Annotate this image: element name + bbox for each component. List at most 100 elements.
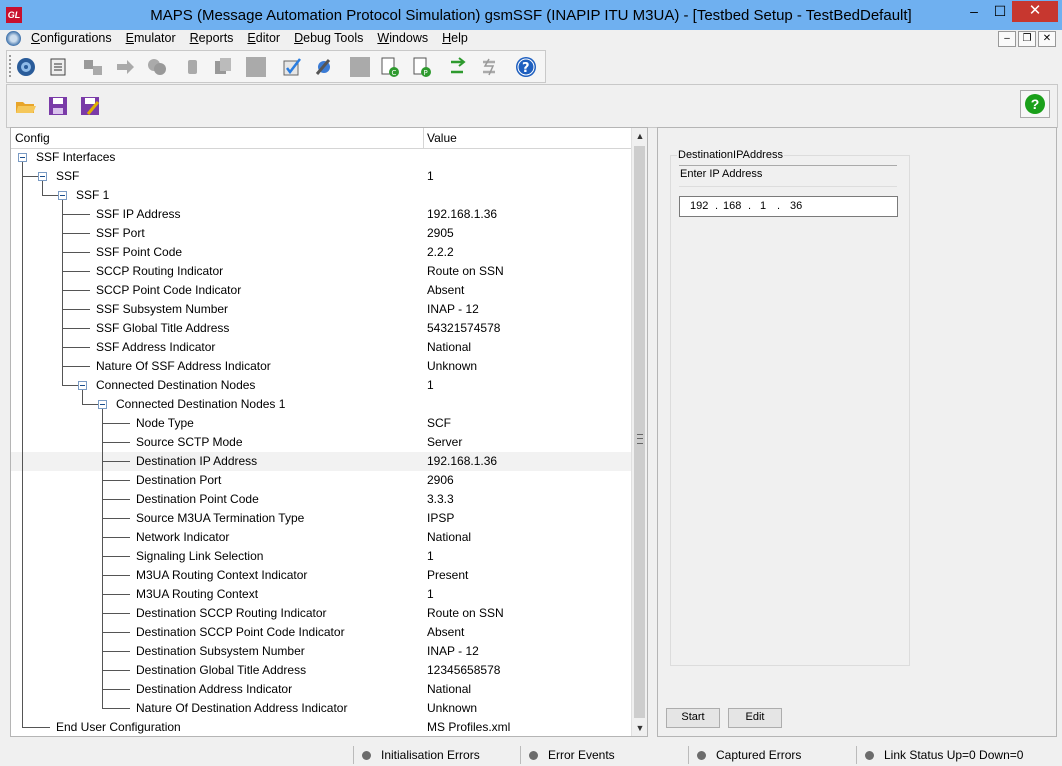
ip-address-input[interactable]: 192 . 168 . 1 . 36 [679, 196, 898, 217]
tree-row-value[interactable]: 192.168.1.36 [427, 452, 497, 471]
tree-row[interactable]: Destination IP Address 192.168.1.36 [11, 452, 631, 471]
tree-row[interactable]: Nature Of Destination Address Indicator U… [11, 699, 631, 718]
tree-row-value[interactable]: Absent [427, 623, 464, 642]
tree-node[interactable]: SSF Interfaces [11, 148, 631, 167]
window-maximize-button[interactable]: ☐ [988, 2, 1012, 22]
start-button[interactable]: Start [666, 708, 720, 728]
status-error-events[interactable]: Error Events [520, 746, 687, 764]
tree-row[interactable]: SSF Port 2905 [11, 224, 631, 243]
callgen-icon[interactable]: C [379, 56, 401, 78]
tree-row[interactable]: Destination Port 2906 [11, 471, 631, 490]
menu-help[interactable]: Help [442, 31, 468, 45]
tree-row-value[interactable]: Present [427, 566, 468, 585]
tree-row[interactable]: Signaling Link Selection 1 [11, 547, 631, 566]
tree-row-value[interactable]: 2906 [427, 471, 454, 490]
tree-row[interactable]: End User Configuration MS Profiles.xml [11, 718, 631, 736]
system-menu-icon[interactable] [6, 31, 21, 46]
save-as-icon[interactable] [79, 95, 101, 117]
tree-row[interactable]: Destination Subsystem Number INAP - 12 [11, 642, 631, 661]
collapse-icon[interactable] [78, 381, 87, 390]
save-icon[interactable] [47, 95, 69, 117]
ip-octet-3[interactable]: 1 [760, 197, 766, 216]
window-minimize-button[interactable]: – [962, 2, 986, 22]
tree-row-value[interactable]: 2.2.2 [427, 243, 454, 262]
tree-row[interactable]: SCCP Point Code Indicator Absent [11, 281, 631, 300]
tree-row[interactable]: Nature Of SSF Address Indicator Unknown [11, 357, 631, 376]
tree-row[interactable]: Node Type SCF [11, 414, 631, 433]
tree-row[interactable]: SSF Global Title Address 54321574578 [11, 319, 631, 338]
square-icon[interactable] [349, 56, 371, 78]
testbed-help-button[interactable]: ? [1020, 90, 1050, 118]
tree-row-value[interactable]: 1 [427, 376, 434, 395]
tree-row-value[interactable]: Unknown [427, 699, 477, 718]
menu-reports[interactable]: Reports [190, 31, 234, 45]
edit-button[interactable]: Edit [728, 708, 782, 728]
compile-icon[interactable] [447, 56, 469, 78]
tree-vertical-scrollbar[interactable]: ▲ ▼ [631, 128, 647, 736]
tree-row[interactable]: Network Indicator National [11, 528, 631, 547]
tree-row-value[interactable]: INAP - 12 [427, 300, 479, 319]
tree-row-value[interactable]: INAP - 12 [427, 642, 479, 661]
scroll-down-arrow-icon[interactable]: ▼ [632, 720, 647, 736]
mdi-minimize-button[interactable]: – [998, 31, 1016, 47]
tree-row[interactable]: M3UA Routing Context Indicator Present [11, 566, 631, 585]
tree-row-value[interactable]: 12345658578 [427, 661, 500, 680]
tree-row[interactable]: SSF Address Indicator National [11, 338, 631, 357]
menu-debug-tools[interactable]: Debug Tools [294, 31, 363, 45]
tree-row-value[interactable]: 2905 [427, 224, 454, 243]
tools-icon[interactable] [313, 56, 335, 78]
tree-node[interactable]: SSF 1 [11, 167, 631, 186]
tree-row-value[interactable]: Absent [427, 281, 464, 300]
tree-row[interactable]: SSF IP Address 192.168.1.36 [11, 205, 631, 224]
tree-row[interactable]: Destination SCCP Point Code Indicator Abs… [11, 623, 631, 642]
tree-row-value[interactable]: 1 [427, 547, 434, 566]
menu-editor[interactable]: Editor [247, 31, 280, 45]
tree-row-value[interactable]: 1 [427, 167, 434, 186]
arrow-icon[interactable] [114, 56, 136, 78]
mdi-close-button[interactable]: ✕ [1038, 31, 1056, 47]
decompile-icon[interactable] [479, 56, 501, 78]
profile-icon[interactable]: P [411, 56, 433, 78]
tree-node[interactable]: SSF 1 [11, 186, 631, 205]
menu-windows[interactable]: Windows [377, 31, 428, 45]
window-close-button[interactable]: ✕ [1012, 1, 1058, 22]
collapse-icon[interactable] [38, 172, 47, 181]
tree-row-value[interactable]: 54321574578 [427, 319, 500, 338]
collapse-icon[interactable] [98, 400, 107, 409]
tree-row[interactable]: Destination SCCP Routing Indicator Route … [11, 604, 631, 623]
tree-row-value[interactable]: MS Profiles.xml [427, 718, 510, 736]
column-separator[interactable] [423, 128, 424, 148]
tree-row[interactable]: SSF Subsystem Number INAP - 12 [11, 300, 631, 319]
toolbar-grip[interactable] [9, 55, 14, 77]
network-icon[interactable] [82, 56, 104, 78]
copy-icon[interactable] [212, 56, 234, 78]
ip-octet-2[interactable]: 168 [723, 197, 741, 216]
tree-row-value[interactable]: Server [427, 433, 462, 452]
tree-row-value[interactable]: 1 [427, 585, 434, 604]
status-captured-errors[interactable]: Captured Errors [688, 746, 855, 764]
tree-row[interactable]: Source SCTP Mode Server [11, 433, 631, 452]
collapse-icon[interactable] [58, 191, 67, 200]
ip-octet-1[interactable]: 192 [690, 197, 708, 216]
scroll-up-arrow-icon[interactable]: ▲ [632, 128, 647, 144]
tree-row[interactable]: Destination Address Indicator National [11, 680, 631, 699]
mdi-restore-button[interactable]: ❐ [1018, 31, 1036, 47]
tree-node[interactable]: Connected Destination Nodes 1 [11, 395, 631, 414]
tree-row[interactable]: M3UA Routing Context 1 [11, 585, 631, 604]
open-folder-icon[interactable] [15, 95, 37, 117]
tree-row-value[interactable]: 192.168.1.36 [427, 205, 497, 224]
tree-row-value[interactable]: IPSP [427, 509, 454, 528]
tree-row[interactable]: Destination Global Title Address 12345658… [11, 661, 631, 680]
relay-icon[interactable] [146, 56, 168, 78]
tree-row-value[interactable]: National [427, 680, 471, 699]
tree-row[interactable]: SSF Point Code 2.2.2 [11, 243, 631, 262]
tree-row-value[interactable]: SCF [427, 414, 451, 433]
column-header-value[interactable]: Value [427, 131, 457, 145]
column-header-config[interactable]: Config [15, 131, 50, 145]
tree-row-value[interactable]: Route on SSN [427, 604, 504, 623]
ip-octet-4[interactable]: 36 [790, 197, 802, 216]
edit-check-icon[interactable] [281, 56, 303, 78]
help-icon[interactable]: ? [515, 56, 537, 78]
phone-icon[interactable] [182, 56, 204, 78]
status-initialisation-errors[interactable]: Initialisation Errors [353, 746, 519, 764]
